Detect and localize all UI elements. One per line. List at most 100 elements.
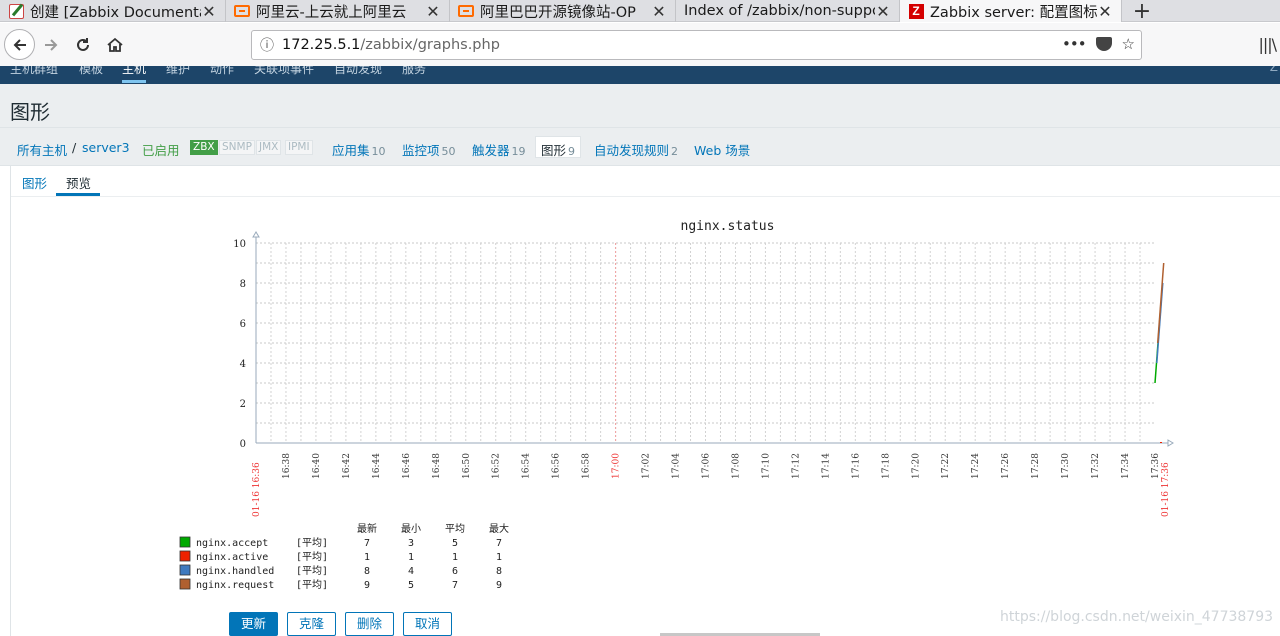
delete-button[interactable]: 删除 xyxy=(345,612,395,636)
menu-item-actions[interactable]: 动作 xyxy=(210,66,234,77)
legend-value: 1 xyxy=(364,552,370,563)
host-nav-items[interactable]: 监控项 50 xyxy=(402,140,456,159)
breadcrumb-host[interactable]: server3 xyxy=(82,140,130,155)
pocket-icon[interactable] xyxy=(1095,37,1112,51)
legend-header: 平均 xyxy=(445,523,465,535)
back-button[interactable] xyxy=(4,29,35,60)
protocol-zbx-badge: ZBX xyxy=(190,140,218,155)
cancel-button[interactable]: 取消 xyxy=(403,612,453,636)
menu-item-discovery[interactable]: 自动发现 xyxy=(334,66,382,77)
page-actions-icon[interactable]: ••• xyxy=(1062,35,1087,53)
legend-aggregation: [平均] xyxy=(296,579,328,591)
close-icon[interactable]: ✕ xyxy=(1097,2,1113,21)
x-tick-label: 17:28 xyxy=(1031,453,1041,479)
x-tick-label: 17:16 xyxy=(851,453,861,479)
new-tab-button[interactable]: + xyxy=(1122,0,1162,24)
browser-tab-4[interactable]: Index of /zabbix/non-support ✕ xyxy=(676,0,900,22)
x-tick-label: 17:36 xyxy=(1151,453,1161,479)
x-tick-label: 16:58 xyxy=(582,453,592,479)
x-tick-label: 17:12 xyxy=(791,453,801,479)
legend-series-name: nginx.request xyxy=(196,580,274,591)
tab-title: 创建 [Zabbix Documentati xyxy=(30,4,201,21)
x-tick-label: 17:22 xyxy=(941,453,951,479)
legend-header: 最小 xyxy=(401,523,421,535)
x-tick-label: 17:00 xyxy=(612,453,622,479)
x-tick-label: 16:56 xyxy=(552,453,562,479)
legend-swatch xyxy=(179,578,191,590)
arrow-left-icon xyxy=(13,38,26,51)
host-nav-web-scenarios[interactable]: Web 场景 xyxy=(694,140,750,159)
close-icon[interactable]: ✕ xyxy=(201,2,217,21)
browser-nav-bar: ⓘ 172.25.5.1/zabbix/graphs.php ••• ☆ |||… xyxy=(0,23,1280,66)
legend-header: 最大 xyxy=(489,522,509,535)
edit-icon xyxy=(8,3,24,19)
legend-value: 8 xyxy=(364,566,370,577)
legend-value: 7 xyxy=(452,580,458,591)
library-icon[interactable]: |||\ xyxy=(1258,35,1277,54)
menu-item-maintenance[interactable]: 维护 xyxy=(166,66,190,77)
menu-item-correlation[interactable]: 关联项事件 xyxy=(254,66,314,77)
menu-active-underline xyxy=(122,80,146,83)
reload-icon xyxy=(77,37,89,51)
host-nav-applications[interactable]: 应用集 10 xyxy=(332,140,386,159)
info-icon[interactable]: ⓘ xyxy=(252,35,282,55)
x-tick-label: 17:06 xyxy=(702,453,712,479)
menu-right-text: Z xyxy=(1269,66,1278,74)
protocol-snmp-badge: SNMP xyxy=(219,140,255,155)
host-navigation: 所有主机 / server3 已启用 ZBX SNMP JMX IPMI 应用集… xyxy=(0,128,1280,166)
x-tick-label: 16:40 xyxy=(312,453,322,479)
breadcrumb-all-hosts[interactable]: 所有主机 xyxy=(17,140,67,159)
x-start-label: 01-16 16:36 xyxy=(252,462,262,517)
legend-value: 6 xyxy=(452,566,458,577)
aliyun-icon xyxy=(458,3,474,19)
legend-value: 7 xyxy=(364,538,370,549)
menu-item-hosts[interactable]: 主机 xyxy=(122,66,146,77)
update-button[interactable]: 更新 xyxy=(229,612,279,636)
x-tick-label: 16:46 xyxy=(402,453,412,479)
host-status[interactable]: 已启用 xyxy=(142,140,180,159)
legend-value: 5 xyxy=(408,580,414,591)
browser-tab-3[interactable]: 阿里巴巴开源镜像站-OP ✕ xyxy=(450,0,676,22)
legend-aggregation: [平均] xyxy=(296,565,328,577)
close-icon[interactable]: ✕ xyxy=(875,2,891,21)
home-icon xyxy=(107,37,123,52)
host-nav-discovery-rules[interactable]: 自动发现规则 2 xyxy=(594,140,678,159)
x-tick-label: 17:04 xyxy=(672,453,682,479)
legend-value: 9 xyxy=(496,580,502,591)
x-tick-label: 17:08 xyxy=(731,453,741,479)
legend-header: 最新 xyxy=(357,522,377,535)
legend-value: 4 xyxy=(408,566,414,577)
x-tick-label: 17:20 xyxy=(911,453,921,479)
close-icon[interactable]: ✕ xyxy=(651,2,667,21)
host-nav-graphs[interactable]: 图形 9 xyxy=(535,136,582,158)
legend-value: 8 xyxy=(496,566,502,577)
home-button[interactable] xyxy=(99,29,131,61)
bookmark-star-icon[interactable]: ☆ xyxy=(1122,35,1135,53)
y-tick-label: 0 xyxy=(240,439,246,450)
forward-button[interactable] xyxy=(35,29,67,61)
url-path: /zabbix/graphs.php xyxy=(360,37,500,53)
browser-tab-5[interactable]: Z Zabbix server: 配置图标 ✕ xyxy=(900,0,1122,22)
clone-button[interactable]: 克隆 xyxy=(287,612,337,636)
legend-swatch xyxy=(179,550,191,562)
menu-item-templates[interactable]: 模板 xyxy=(79,66,103,77)
x-tick-label: 17:26 xyxy=(1001,453,1011,479)
page-header: 图形 xyxy=(0,84,1280,128)
reload-button[interactable] xyxy=(67,29,99,61)
x-tick-label: 17:18 xyxy=(881,453,891,479)
url-host: 172.25.5.1 xyxy=(282,37,361,53)
menu-item-services[interactable]: 服务 xyxy=(402,66,426,77)
legend-series-name: nginx.active xyxy=(196,552,268,563)
browser-tab-bar: 创建 [Zabbix Documentati ✕ 阿里云-上云就上阿里云 ✕ 阿… xyxy=(0,0,1280,24)
address-bar[interactable]: ⓘ 172.25.5.1/zabbix/graphs.php ••• ☆ xyxy=(251,30,1142,60)
host-nav-triggers[interactable]: 触发器 19 xyxy=(472,140,526,159)
aliyun-icon xyxy=(234,3,250,19)
browser-tab-2[interactable]: 阿里云-上云就上阿里云 ✕ xyxy=(226,0,450,22)
y-axis-arrow xyxy=(252,231,260,238)
y-tick-label: 8 xyxy=(240,279,246,290)
main-content: 图形 预览 nginx.status 0 2 4 6 8 10 16:38 16:40 16:42… xyxy=(10,166,1280,636)
close-icon[interactable]: ✕ xyxy=(425,2,441,21)
x-axis-arrow xyxy=(1167,439,1174,447)
menu-item-host-groups[interactable]: 主机群组 xyxy=(10,66,58,77)
browser-tab-1[interactable]: 创建 [Zabbix Documentati ✕ xyxy=(0,0,226,22)
